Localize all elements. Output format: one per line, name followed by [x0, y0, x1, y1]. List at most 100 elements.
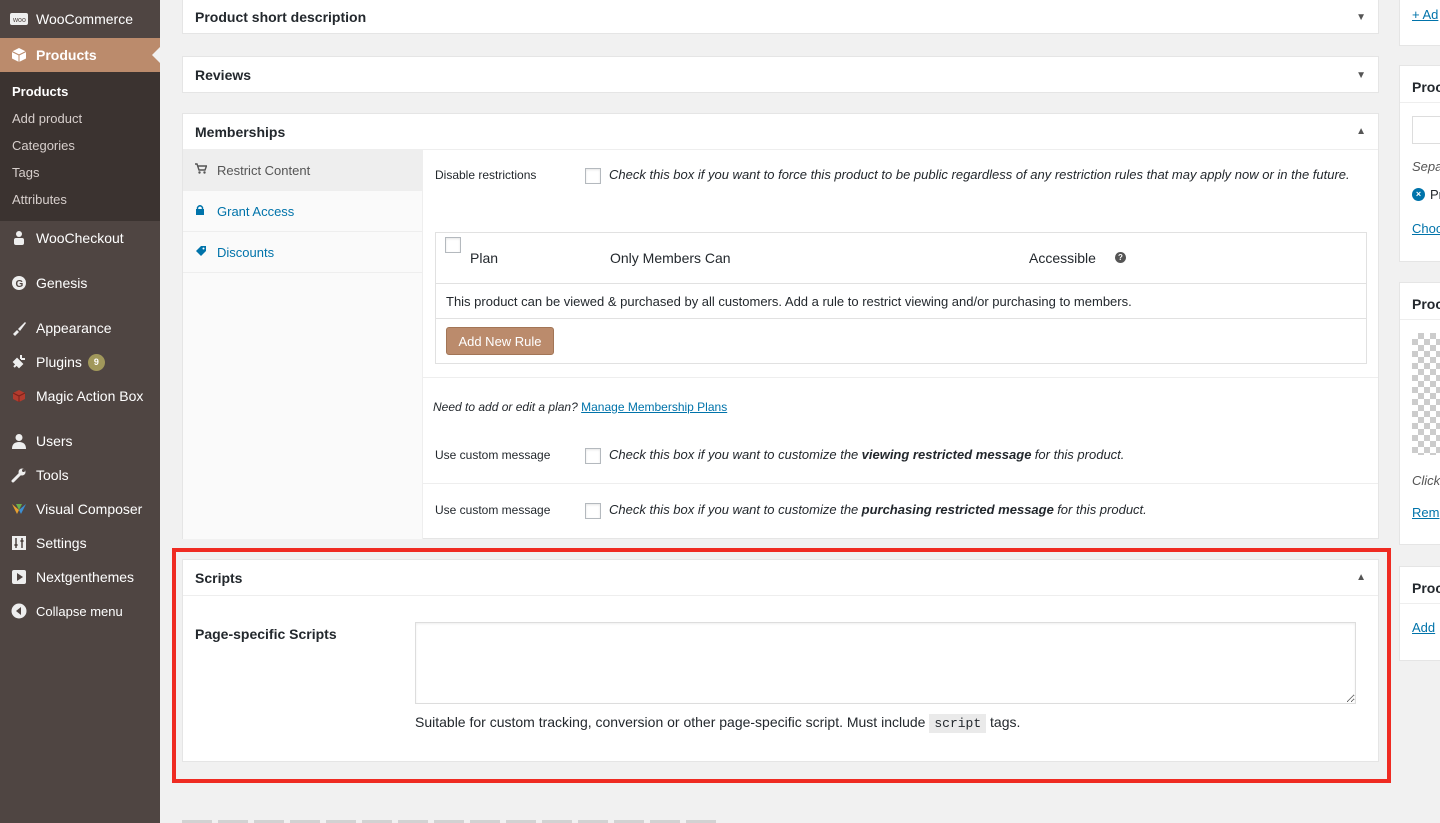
visual-composer-icon: [10, 500, 28, 518]
genesis-icon: G: [10, 274, 28, 292]
tab-label: Grant Access: [217, 203, 295, 219]
svg-text:G: G: [16, 279, 24, 290]
field-label: Disable restrictions: [435, 168, 537, 182]
svg-text:woo: woo: [12, 17, 26, 24]
tab-restrict-content[interactable]: Restrict Content: [183, 150, 422, 191]
woo-icon: woo: [10, 10, 28, 28]
update-count-badge: 9: [87, 353, 105, 371]
cart-icon: [195, 163, 211, 177]
magic-box-icon: [10, 387, 28, 405]
field-desc: for this product.: [1034, 447, 1125, 462]
field-desc: Check this box if you want to customize …: [609, 502, 859, 517]
right-box-title: Proc: [1412, 79, 1440, 95]
right-box-product-image: Proc Click Rem: [1399, 282, 1440, 545]
panel-header[interactable]: Memberships ▲: [183, 114, 1378, 150]
tab-label: Discounts: [217, 244, 275, 260]
panel-reviews: Reviews ▼: [182, 56, 1379, 93]
menu-visual-composer[interactable]: Visual Composer: [0, 492, 160, 526]
add-gallery-link[interactable]: Add: [1400, 620, 1435, 635]
divider: [423, 377, 1378, 378]
menu-label: WooCommerce: [36, 11, 133, 27]
rules-empty-message: This product can be viewed & purchased b…: [436, 284, 1366, 319]
panel-title: Reviews: [195, 67, 252, 83]
rules-table: Plan Only Members Can Accessible ? This …: [435, 232, 1367, 364]
panel-short-description: Product short description ▼: [182, 0, 1379, 34]
panel-header[interactable]: Product short description ▼: [183, 0, 1378, 35]
panel-title: Product short description: [195, 9, 367, 25]
tab-discounts[interactable]: Discounts: [183, 232, 422, 273]
memberships-tabs: Restrict Content Grant Access Discounts: [183, 150, 423, 539]
right-box-item: Pr: [1430, 187, 1440, 202]
menu-woocommerce[interactable]: woo WooCommerce: [0, 0, 160, 38]
menu-settings[interactable]: Settings: [0, 526, 160, 560]
right-box-product-categories: Proc Sepa × Pr Choo: [1399, 65, 1440, 262]
field-label: Use custom message: [435, 503, 551, 517]
remove-link[interactable]: Rem: [1400, 505, 1439, 520]
toggle-down-icon[interactable]: ▼: [1356, 12, 1366, 23]
right-box-product-gallery: Proc Add: [1399, 566, 1440, 661]
col-plan: Plan: [470, 250, 499, 266]
tab-grant-access[interactable]: Grant Access: [183, 191, 422, 232]
custom-message-purchasing-checkbox[interactable]: [585, 502, 601, 519]
select-all-checkbox[interactable]: [445, 237, 461, 253]
add-link[interactable]: + Ad: [1400, 7, 1438, 22]
menu-label: Users: [36, 433, 73, 449]
field-desc-wrap: Check this box if you want to customize …: [585, 497, 1365, 522]
lock-icon: [195, 204, 211, 219]
menu-nextgenthemes[interactable]: Nextgenthemes: [0, 560, 160, 594]
submenu-tags[interactable]: Tags: [0, 159, 160, 186]
submenu-add-product[interactable]: Add product: [0, 105, 160, 132]
right-box-title: Proc: [1412, 580, 1440, 596]
field-desc: Check this box if you want to force this…: [609, 167, 1350, 182]
right-box-divider: [1400, 319, 1440, 320]
menu-label: Appearance: [36, 320, 112, 336]
highlight-box: [172, 548, 1391, 783]
right-box-sep-text: Sepa: [1412, 159, 1440, 174]
menu-label: Nextgenthemes: [36, 569, 135, 585]
field-desc-wrap: Check this box if you want to force this…: [585, 162, 1355, 187]
menu-label: Tools: [36, 467, 69, 483]
choose-link[interactable]: Choo: [1400, 221, 1440, 236]
add-new-rule-button[interactable]: Add New Rule: [446, 327, 554, 355]
divider: [423, 483, 1378, 484]
manage-plans-row: Need to add or edit a plan? Manage Membe…: [433, 395, 1366, 420]
settings-icon: [10, 534, 28, 552]
menu-genesis[interactable]: G Genesis: [0, 266, 160, 300]
field-desc-wrap: Check this box if you want to customize …: [585, 442, 1365, 467]
panel-header[interactable]: Reviews ▼: [183, 57, 1378, 93]
menu-label: Genesis: [36, 275, 88, 291]
toggle-down-icon[interactable]: ▼: [1356, 70, 1366, 81]
submenu-attributes[interactable]: Attributes: [0, 186, 160, 213]
menu-users[interactable]: Users: [0, 424, 160, 458]
products-icon: [10, 46, 28, 64]
right-box-divider: [1400, 102, 1440, 103]
field-desc-bold: purchasing restricted message: [861, 502, 1054, 517]
field-desc: for this product.: [1057, 502, 1147, 517]
menu-label: Collapse menu: [36, 603, 123, 619]
tag-icon: [195, 245, 211, 260]
footer-text-fragment: [182, 816, 722, 823]
col-only-members: Only Members Can: [610, 250, 731, 266]
submenu-categories[interactable]: Categories: [0, 132, 160, 159]
manage-membership-plans-link[interactable]: Manage Membership Plans: [581, 400, 727, 414]
toggle-up-icon[interactable]: ▲: [1356, 126, 1366, 137]
product-image-thumbnail[interactable]: [1412, 333, 1440, 455]
help-icon[interactable]: ?: [1115, 252, 1126, 263]
menu-collapse[interactable]: Collapse menu: [0, 594, 160, 628]
menu-tools[interactable]: Tools: [0, 458, 160, 492]
menu-appearance[interactable]: Appearance: [0, 311, 160, 345]
right-box-input[interactable]: [1412, 116, 1440, 144]
menu-products[interactable]: Products: [0, 38, 160, 72]
menu-plugins[interactable]: Plugins 9: [0, 345, 160, 379]
panel-memberships: Memberships ▲ Restrict Content Grant Acc…: [182, 113, 1379, 539]
disable-restrictions-checkbox[interactable]: [585, 167, 601, 184]
remove-x-icon[interactable]: ×: [1412, 188, 1425, 201]
right-box-divider: [1400, 603, 1440, 604]
woocheckout-icon: [10, 229, 28, 247]
menu-woocheckout[interactable]: WooCheckout: [0, 221, 160, 255]
menu-label: Visual Composer: [36, 501, 143, 517]
submenu-products[interactable]: Products: [0, 78, 160, 105]
menu-magic-action-box[interactable]: Magic Action Box: [0, 379, 160, 413]
field-desc: Check this box if you want to customize …: [609, 447, 859, 462]
custom-message-viewing-checkbox[interactable]: [585, 447, 601, 464]
